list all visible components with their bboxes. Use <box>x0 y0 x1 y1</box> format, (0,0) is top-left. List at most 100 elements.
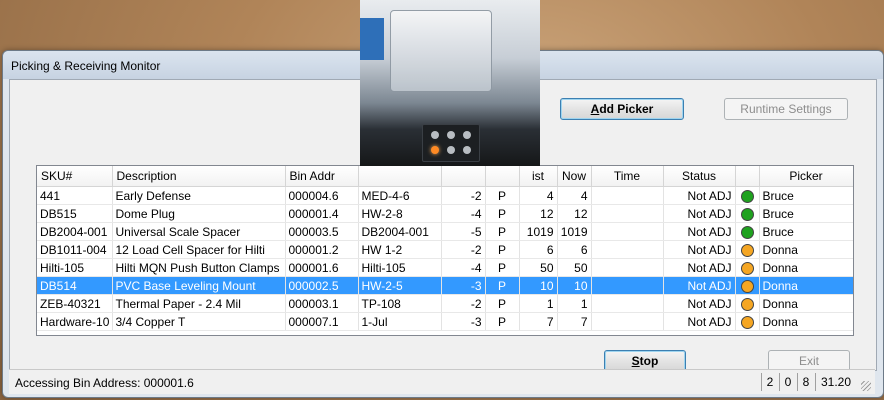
cell-qty: -4 <box>441 258 486 277</box>
cell-bin: 000004.6 <box>285 186 359 205</box>
orange-status-dot-icon <box>740 315 754 329</box>
green-status-dot-icon <box>740 189 754 203</box>
cell-picker: Donna <box>759 294 853 313</box>
cell-status: Not ADJ <box>663 294 736 313</box>
orange-status-dot-icon <box>740 261 754 275</box>
cell-loc: MED-4-6 <box>358 186 442 205</box>
cell-loc: 1-Jul <box>358 312 442 331</box>
cell-bin: 000001.4 <box>285 204 359 223</box>
cell-qty: -4 <box>441 204 486 223</box>
cell-now: 1019 <box>557 222 592 241</box>
add-picker-button[interactable]: Add Picker <box>560 98 684 120</box>
cell-bin: 000001.2 <box>285 240 359 259</box>
table-row[interactable]: DB1011-004 12 Load Cell Spacer for Hilti 0… <box>37 240 853 259</box>
cell-bin: 000003.1 <box>285 294 359 313</box>
col-header-time[interactable]: Time <box>591 166 664 187</box>
table-row[interactable]: DB2004-001 Universal Scale Spacer 000003.5… <box>37 222 853 241</box>
table-row[interactable]: DB515 Dome Plug 000001.4 HW-2-8 -4 P 12 12 Not A… <box>37 204 853 223</box>
cell-time <box>591 204 664 223</box>
cell-desc: Universal Scale Spacer <box>112 222 286 241</box>
col-header-last[interactable]: ist <box>519 166 558 187</box>
cell-now: 10 <box>557 276 592 295</box>
col-header-now[interactable]: Now <box>557 166 592 187</box>
cell-type: P <box>485 312 520 331</box>
cell-status: Not ADJ <box>663 204 736 223</box>
cell-desc: 12 Load Cell Spacer for Hilti <box>112 240 286 259</box>
runtime-settings-button[interactable]: Runtime Settings <box>724 98 848 120</box>
cell-picker: Donna <box>759 240 853 259</box>
table-row[interactable]: 441 Early Defense 000004.6 MED-4-6 -2 P 4 4 Not … <box>37 186 853 205</box>
cell-qty: -5 <box>441 222 486 241</box>
cell-status: Not ADJ <box>663 222 736 241</box>
cell-loc: Hilti-105 <box>358 258 442 277</box>
cell-last: 4 <box>519 186 558 205</box>
led-icon <box>447 146 455 154</box>
status-light-cell <box>735 312 760 331</box>
cell-status: Not ADJ <box>663 276 736 295</box>
led-lit-icon <box>431 146 439 154</box>
device-photo <box>360 0 540 166</box>
led-icon <box>463 131 471 139</box>
cell-qty: -3 <box>441 276 486 295</box>
picking-grid[interactable]: SKU# Description Bin Addr ist Now Time S… <box>36 165 854 336</box>
status-light-cell <box>735 240 760 259</box>
col-header-light[interactable] <box>735 166 760 187</box>
cell-status: Not ADJ <box>663 312 736 331</box>
cell-last: 50 <box>519 258 558 277</box>
table-row[interactable]: Hardware-10 3/4 Copper T 000007.1 1-Jul -3 P 7… <box>37 312 853 331</box>
cell-now: 6 <box>557 240 592 259</box>
col-header-picker[interactable]: Picker <box>759 166 853 187</box>
photo-clear-bin <box>390 10 492 92</box>
cell-type: P <box>485 186 520 205</box>
cell-loc: TP-108 <box>358 294 442 313</box>
table-row[interactable]: DB514 PVC Base Leveling Mount 000002.5 HW-2… <box>37 276 853 295</box>
cell-time <box>591 276 664 295</box>
cell-sku: ZEB-40321 <box>37 294 113 313</box>
cell-qty: -2 <box>441 186 486 205</box>
col-header-type[interactable] <box>485 166 520 187</box>
cell-picker: Donna <box>759 258 853 277</box>
col-header-description[interactable]: Description <box>112 166 286 187</box>
col-header-status[interactable]: Status <box>663 166 736 187</box>
cell-bin: 000002.5 <box>285 276 359 295</box>
table-row[interactable]: ZEB-40321 Thermal Paper - 2.4 Mil 000003.1… <box>37 294 853 313</box>
col-header-sku[interactable]: SKU# <box>37 166 113 187</box>
cell-now: 50 <box>557 258 592 277</box>
cell-desc: Early Defense <box>112 186 286 205</box>
cell-last: 1 <box>519 294 558 313</box>
col-header-bin-addr[interactable]: Bin Addr <box>285 166 359 187</box>
cell-now: 1 <box>557 294 592 313</box>
col-header-qty[interactable] <box>441 166 486 187</box>
cell-qty: -2 <box>441 240 486 259</box>
table-row[interactable]: Hilti-105 Hilti MQN Push Button Clamps 000… <box>37 258 853 277</box>
status-message: Accessing Bin Address: 000001.6 <box>15 376 194 390</box>
status-light-cell <box>735 276 760 295</box>
grid-header-row: SKU# Description Bin Addr ist Now Time S… <box>37 166 853 187</box>
status-cell-2: 0 <box>779 373 796 391</box>
cell-loc: HW-2-8 <box>358 204 442 223</box>
status-cell-3: 8 <box>797 373 814 391</box>
cell-picker: Donna <box>759 312 853 331</box>
col-header-location[interactable] <box>358 166 442 187</box>
cell-sku: Hardware-10 <box>37 312 113 331</box>
cell-sku: 441 <box>37 186 113 205</box>
cell-desc: Thermal Paper - 2.4 Mil <box>112 294 286 313</box>
status-light-cell <box>735 186 760 205</box>
status-light-cell <box>735 204 760 223</box>
led-icon <box>463 146 471 154</box>
cell-status: Not ADJ <box>663 186 736 205</box>
cell-status: Not ADJ <box>663 240 736 259</box>
cell-loc: HW 1-2 <box>358 240 442 259</box>
status-cell-1: 2 <box>761 373 778 391</box>
led-icon <box>447 131 455 139</box>
cell-type: P <box>485 294 520 313</box>
cell-type: P <box>485 276 520 295</box>
cell-type: P <box>485 222 520 241</box>
status-light-cell <box>735 222 760 241</box>
cell-time <box>591 222 664 241</box>
cell-type: P <box>485 258 520 277</box>
cell-desc: PVC Base Leveling Mount <box>112 276 286 295</box>
cell-picker: Donna <box>759 276 853 295</box>
resize-grip-icon[interactable] <box>861 381 871 391</box>
cell-now: 12 <box>557 204 592 223</box>
